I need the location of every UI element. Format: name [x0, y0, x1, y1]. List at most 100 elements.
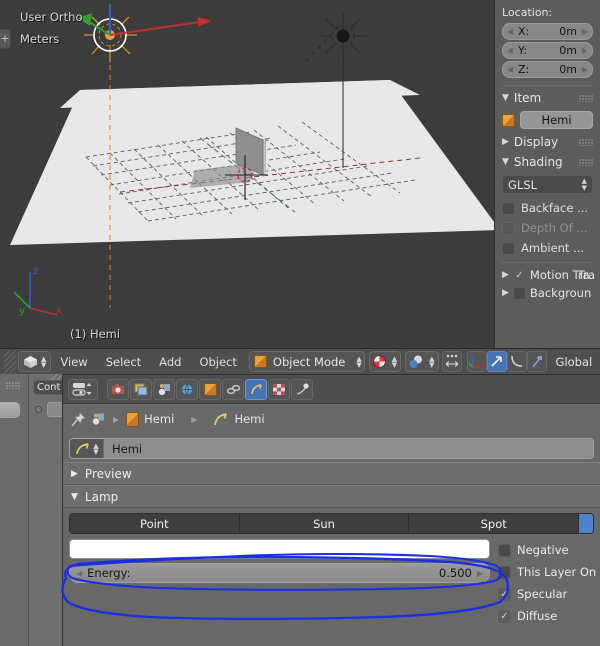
- negative-row[interactable]: Negative: [498, 539, 594, 561]
- object-name-field[interactable]: Hemi: [520, 111, 593, 129]
- location-x-field[interactable]: ◀ X: 0m ▶: [502, 23, 593, 40]
- breadcrumb[interactable]: ▶ Hemi ▶ Hemi: [63, 404, 600, 434]
- render-tab[interactable]: [107, 378, 129, 400]
- menu-add[interactable]: Add: [150, 355, 190, 369]
- ambient-occlusion-row[interactable]: Ambient ...: [502, 241, 593, 255]
- this-layer-only-row[interactable]: This Layer On: [498, 561, 596, 583]
- this-layer-only-checkbox[interactable]: [498, 565, 511, 579]
- datablock-browse-button[interactable]: ▲ ▼: [70, 439, 104, 458]
- object-tab[interactable]: [199, 378, 221, 400]
- menu-select[interactable]: Select: [97, 355, 150, 369]
- diffuse-checkbox[interactable]: ✓: [498, 609, 511, 623]
- properties-tab-group[interactable]: [107, 378, 313, 400]
- shading-panel-header[interactable]: ▼ Shading: [502, 155, 593, 169]
- backface-culling-row[interactable]: Backface ...: [502, 201, 593, 215]
- manipulator-scale-button[interactable]: [506, 351, 527, 372]
- render-layers-tab[interactable]: [130, 378, 152, 400]
- proportional-edit-button[interactable]: [441, 351, 462, 372]
- lamp-type-selector[interactable]: Point Sun Spot: [69, 513, 594, 534]
- interaction-mode-dropdown[interactable]: Object Mode ▲ ▼: [248, 351, 365, 372]
- item-object-row[interactable]: Hemi: [502, 111, 593, 129]
- motion-tracking-checkbox[interactable]: ✓: [512, 268, 526, 282]
- manipulator-combo-button[interactable]: [526, 351, 547, 372]
- triangle-down-icon: ▼: [502, 157, 509, 167]
- decrement-arrow-icon[interactable]: ◀: [507, 65, 515, 74]
- breadcrumb-object-label[interactable]: Hemi: [144, 412, 174, 426]
- preview-panel-header[interactable]: ▶ Preview: [63, 462, 600, 485]
- area-corner-widget[interactable]: [4, 349, 16, 374]
- viewport-header[interactable]: ▲ ▼ View Select Add Object Object Mode ▲ ▼…: [0, 348, 600, 374]
- constraints-tab[interactable]: [222, 378, 244, 400]
- background-images-checkbox[interactable]: [512, 286, 526, 300]
- lamp-datablock-name[interactable]: Hemi: [104, 442, 142, 456]
- lamp-type-hemi[interactable]: [579, 514, 593, 533]
- pivot-point-dropdown[interactable]: ▲ ▼: [405, 351, 439, 372]
- properties-editor[interactable]: ▶ Hemi ▶ Hemi ▲ ▼ Hemi ▶ Preview ▼ Lamp …: [62, 374, 600, 646]
- display-panel-header[interactable]: ▶ Display: [502, 135, 593, 149]
- editor-type-button[interactable]: ▲ ▼: [18, 351, 52, 372]
- increment-arrow-icon[interactable]: ▶: [580, 46, 588, 55]
- texture-tab[interactable]: [268, 378, 290, 400]
- breadcrumb-data-label[interactable]: Hemi: [234, 412, 264, 426]
- specular-row[interactable]: ✓ Specular: [498, 583, 594, 605]
- location-z-field[interactable]: ◀ Z: 0m ▶: [502, 61, 593, 78]
- item-panel-header[interactable]: ▼ Item: [502, 91, 593, 105]
- negative-checkbox[interactable]: [498, 543, 511, 557]
- editor-type-button[interactable]: [68, 378, 98, 400]
- panel-grip-icon: [579, 95, 593, 102]
- transform-orientation-dropdown[interactable]: Global ▲▼: [552, 351, 600, 372]
- lamp-icon[interactable]: [212, 412, 229, 427]
- diffuse-row[interactable]: ✓ Diffuse: [498, 605, 594, 627]
- lamp-type-spot[interactable]: Spot: [409, 514, 580, 533]
- decrement-arrow-icon[interactable]: ◀: [507, 27, 515, 36]
- object-data-tab[interactable]: [245, 378, 267, 400]
- increment-arrow-icon[interactable]: ▶: [580, 27, 588, 36]
- cube-icon[interactable]: [126, 411, 140, 427]
- scene-icon[interactable]: [91, 412, 106, 426]
- lamp-color-swatch[interactable]: [69, 539, 490, 559]
- lamp-panel-header[interactable]: ▼ Lamp: [63, 485, 600, 508]
- svg-text:y: y: [19, 306, 25, 317]
- location-y-field[interactable]: ◀ Y: 0m ▶: [502, 42, 593, 59]
- toolshelf-toggle-button[interactable]: +: [0, 29, 11, 49]
- globe-icon: [180, 383, 193, 395]
- menu-view[interactable]: View: [51, 355, 96, 369]
- scale-manipulator-icon: [510, 355, 522, 367]
- decrement-arrow-icon[interactable]: ◀: [76, 569, 82, 578]
- background-images-panel-header[interactable]: ▶ Backgroun: [502, 286, 593, 300]
- bg-strip-right: Cont: [28, 374, 62, 646]
- triangle-right-icon: ▶: [502, 137, 509, 147]
- decrement-arrow-icon[interactable]: ◀: [507, 46, 515, 55]
- lamp-energy-slider[interactable]: ◀ Energy: 0.500 ▶: [69, 563, 490, 583]
- lamp-type-sun[interactable]: Sun: [239, 514, 410, 533]
- physics-tab[interactable]: [291, 378, 313, 400]
- manipulator-rotate-button[interactable]: [486, 351, 507, 372]
- lamp-left-column: ◀ Energy: 0.500 ▶: [69, 539, 490, 627]
- bg-ghost-button: [0, 402, 20, 418]
- motion-tracking-panel-header[interactable]: ▶ ✓ Motion Tra Tra: [502, 268, 595, 282]
- transform-gizmo-icon: [531, 356, 542, 368]
- location-x-label: X:: [518, 25, 530, 38]
- backface-culling-checkbox[interactable]: [502, 201, 515, 215]
- scene-tab[interactable]: [153, 378, 175, 400]
- menu-object[interactable]: Object: [190, 355, 245, 369]
- triangle-down-icon: ▼: [502, 93, 509, 103]
- chevron-updown-icon: ▲ ▼: [581, 176, 587, 192]
- properties-header[interactable]: [63, 375, 600, 404]
- world-tab[interactable]: [176, 378, 198, 400]
- lamp-energy-value: 0.500: [438, 566, 472, 580]
- manipulator-translate-button[interactable]: [466, 351, 487, 372]
- lamp-type-point[interactable]: Point: [70, 514, 240, 533]
- lamp-energy-label: Energy:: [87, 566, 131, 580]
- shading-mode-dropdown[interactable]: GLSL ▲ ▼: [502, 175, 593, 194]
- viewport-properties-panel[interactable]: Location: ◀ X: 0m ▶ ◀ Y: 0m ▶ ◀ Z: 0m ▶ …: [494, 0, 600, 348]
- radio-dot-icon: [35, 406, 42, 413]
- increment-arrow-icon[interactable]: ▶: [580, 65, 588, 74]
- viewport-shading-dropdown[interactable]: ▲ ▼: [368, 351, 402, 372]
- lamp-datablock-field[interactable]: ▲ ▼ Hemi: [69, 438, 594, 459]
- increment-arrow-icon[interactable]: ▶: [477, 569, 483, 578]
- pin-icon[interactable]: [71, 411, 86, 427]
- datablock-row[interactable]: ▲ ▼ Hemi: [63, 434, 600, 462]
- ambient-occlusion-checkbox[interactable]: [502, 241, 515, 255]
- specular-checkbox[interactable]: ✓: [498, 587, 511, 601]
